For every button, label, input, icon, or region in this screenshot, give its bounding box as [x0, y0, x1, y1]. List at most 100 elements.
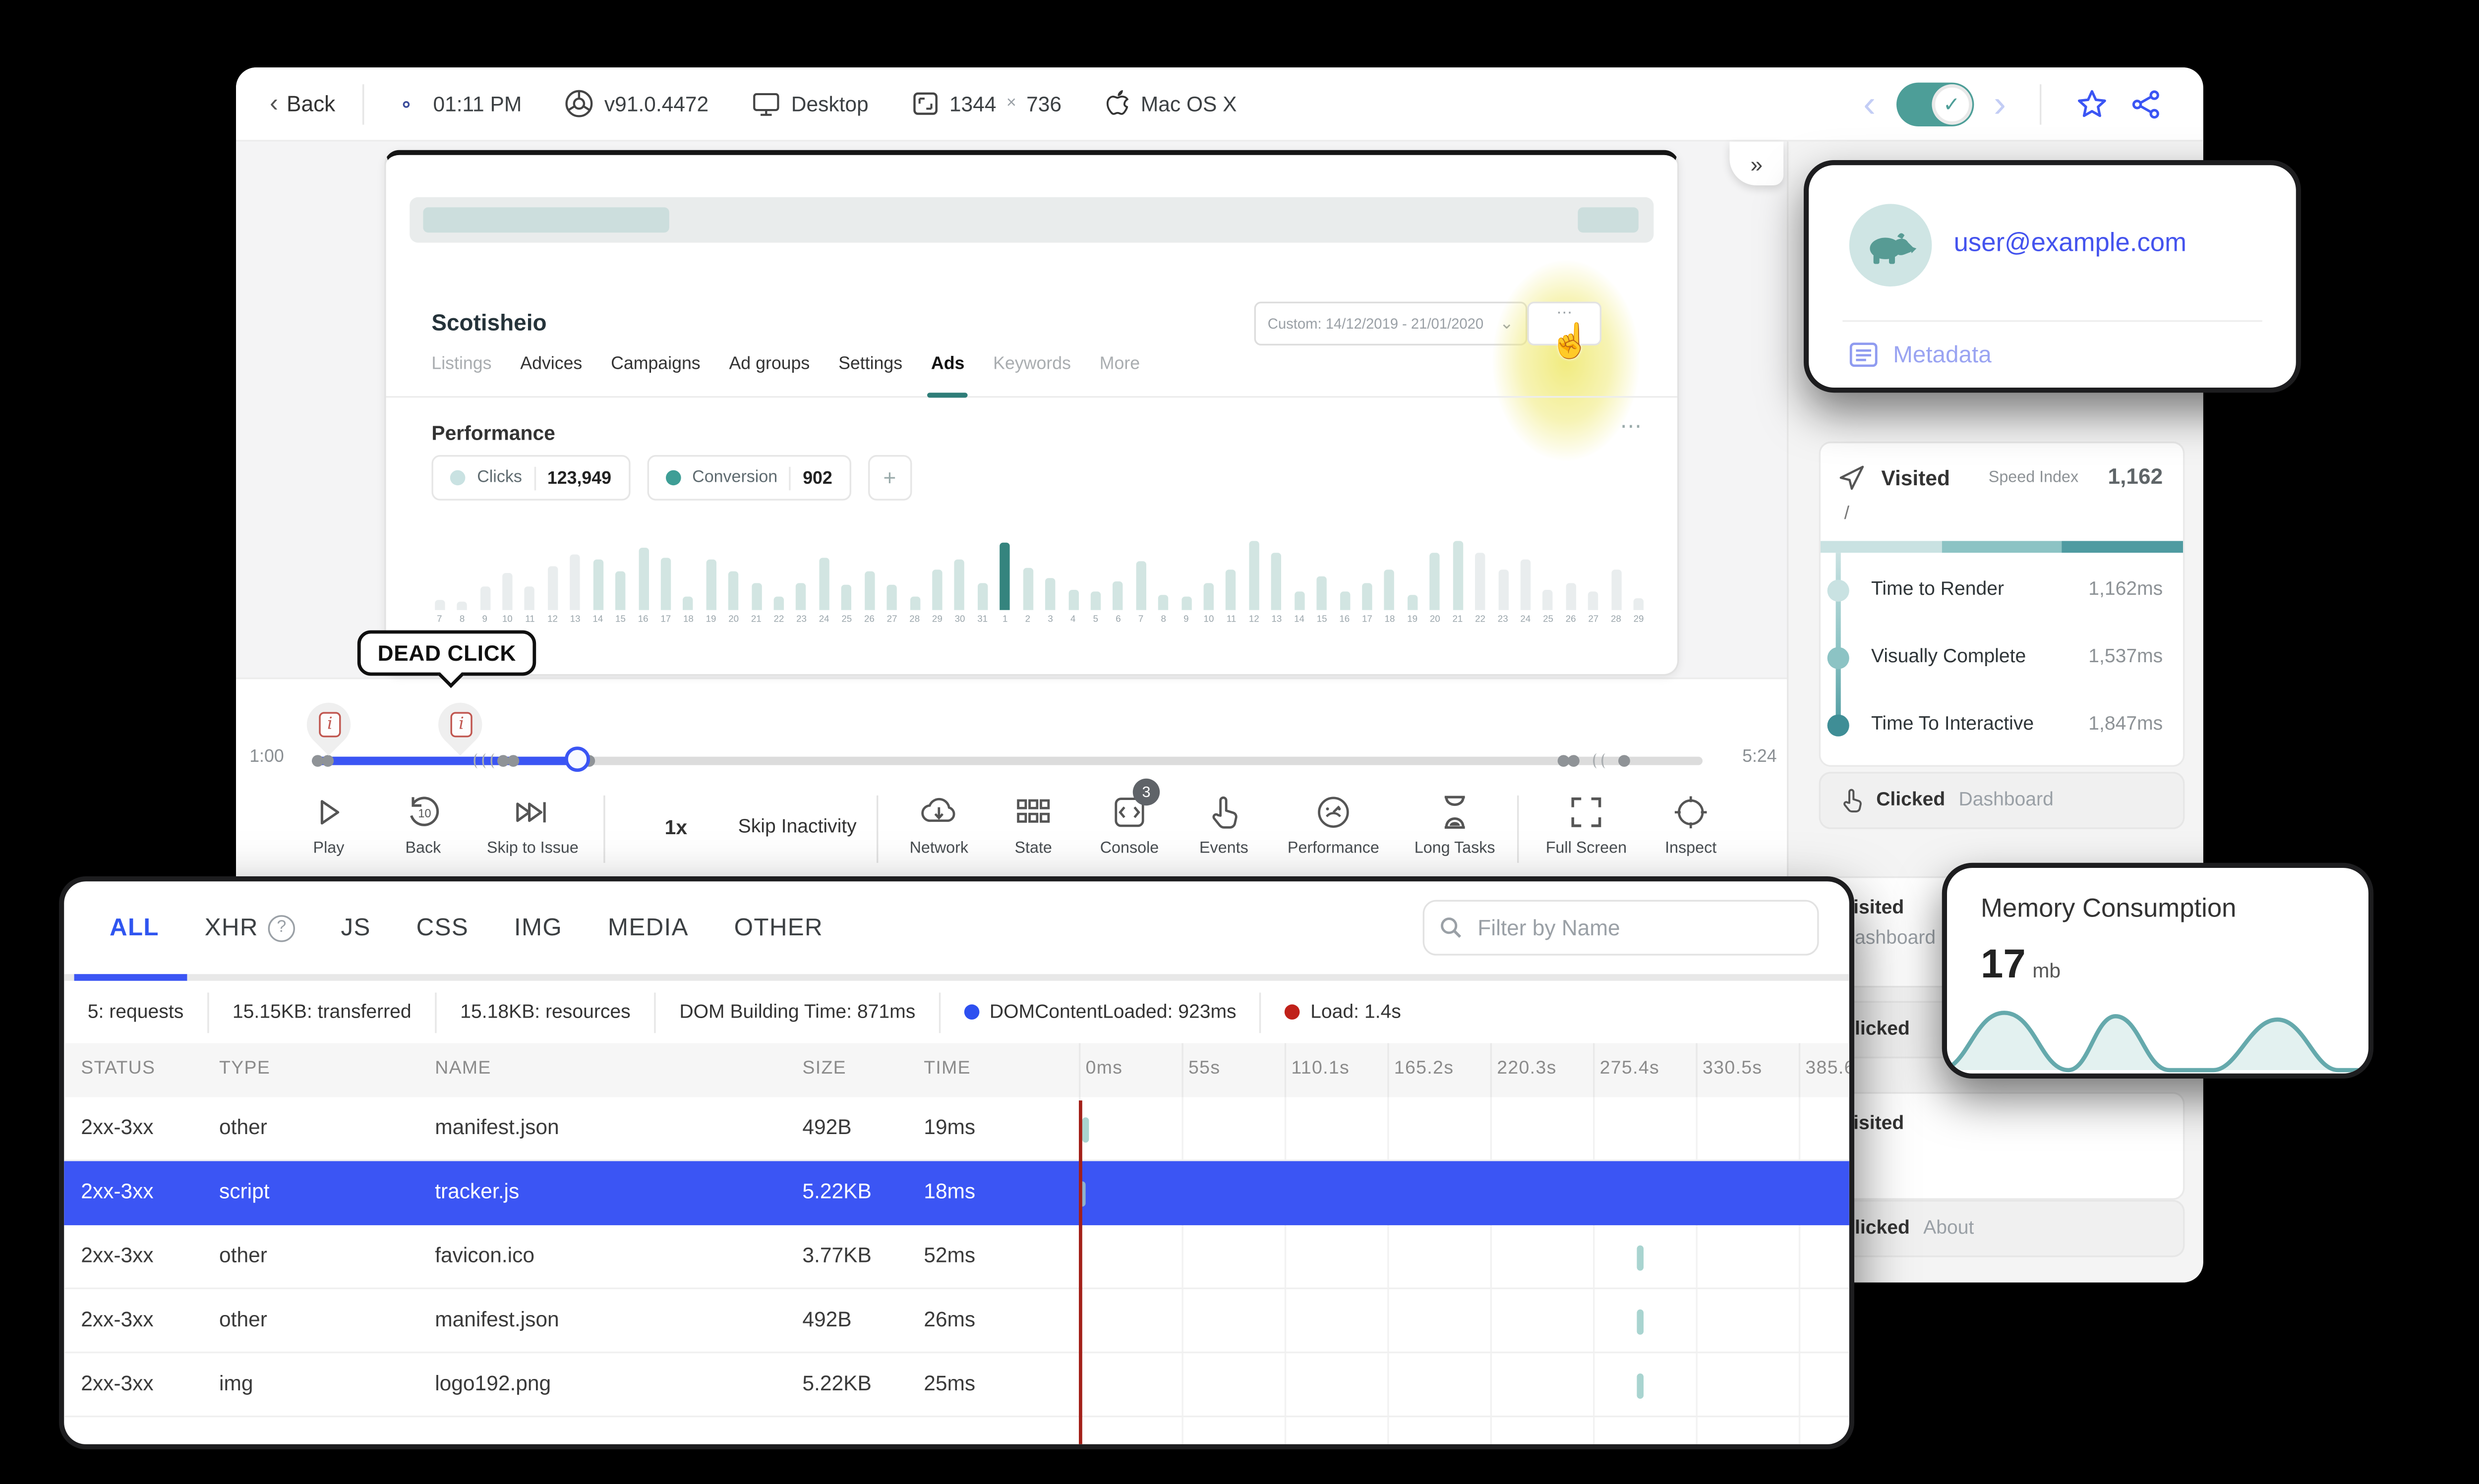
column-header-size[interactable]: SIZE	[802, 1058, 846, 1079]
metric-chip-clicks[interactable]: Clicks 123,949	[431, 455, 630, 501]
network-tab-img[interactable]: IMG	[514, 914, 562, 941]
waterfall-tick	[1079, 1181, 1086, 1207]
favorite-star-button[interactable]	[2075, 87, 2109, 120]
chart-bar	[1249, 541, 1259, 610]
site-tab-ad-groups[interactable]: Ad groups	[729, 354, 810, 374]
timeline-event-dot[interactable]	[1618, 755, 1630, 767]
waterfall-time-label: 110.1s	[1291, 1058, 1350, 1079]
site-tab-campaigns[interactable]: Campaigns	[611, 354, 701, 374]
site-tab-more[interactable]: More	[1100, 354, 1140, 374]
clicked-event-card[interactable]: Clicked About	[1819, 1199, 2185, 1257]
add-metric-button[interactable]: +	[868, 455, 912, 501]
site-tab-ads[interactable]: Ads	[931, 354, 964, 374]
column-header-time[interactable]: TIME	[924, 1058, 971, 1079]
speed-label: 1x	[664, 815, 688, 840]
chart-bar	[1475, 553, 1485, 610]
clicked-event-card[interactable]: Clicked Dashboard	[1819, 772, 2185, 829]
timeline-track[interactable]	[312, 746, 1703, 772]
chart-bar	[1407, 594, 1417, 610]
timeline-event-dot[interactable]	[322, 755, 334, 767]
timeline-echo-mark	[1593, 753, 1601, 769]
chart-bar	[1271, 552, 1282, 610]
performance-button[interactable]: Performance	[1280, 792, 1388, 858]
chart-x-label: 22	[773, 615, 784, 626]
chart-x-label: 8	[1161, 615, 1166, 626]
cell-size: 3.77KB	[802, 1244, 872, 1267]
playhead-handle[interactable]	[565, 746, 590, 772]
site-tab-settings[interactable]: Settings	[838, 354, 902, 374]
timeline-event-dot[interactable]	[1568, 755, 1580, 767]
network-tab-media[interactable]: MEDIA	[608, 914, 689, 941]
table-row[interactable]: 2xx-3xx other manifest.json 492B 19ms	[64, 1097, 1849, 1161]
avatar	[1849, 204, 1932, 286]
console-button[interactable]: 3 Console	[1075, 778, 1183, 858]
play-button[interactable]: Play	[275, 792, 383, 858]
visited-event-card[interactable]: Visited Speed Index 1,162 / Time to Rend…	[1819, 441, 2185, 767]
back-button[interactable]: ‹ Back	[270, 89, 335, 118]
chart-x-label: 10	[502, 615, 513, 626]
events-button[interactable]: Events	[1170, 792, 1278, 858]
network-button[interactable]: Network	[885, 782, 993, 880]
table-row[interactable]: 2xx-3xx img logo192.png 5.22KB 25ms	[64, 1353, 1849, 1418]
column-header-type[interactable]: TYPE	[219, 1058, 270, 1079]
full-screen-button[interactable]: Full Screen	[1533, 792, 1641, 858]
full-screen-label: Full Screen	[1545, 839, 1627, 858]
click-icon	[1843, 789, 1862, 813]
skip-to-issue-button[interactable]: Skip to Issue	[479, 792, 587, 858]
chart-bar-slot: 9	[1175, 515, 1198, 627]
metadata-button[interactable]: Metadata	[1849, 341, 1992, 367]
site-tab-advices[interactable]: Advices	[520, 354, 582, 374]
chart-x-label: 5	[1093, 615, 1098, 626]
table-row[interactable]: 2xx-3xx script tracker.js 5.22KB 18ms	[64, 1161, 1849, 1225]
autoplay-toggle[interactable]: ✓	[1895, 81, 1974, 126]
performance-menu-icon[interactable]: ⋯	[1620, 413, 1644, 440]
network-tab-all[interactable]: ALL	[110, 914, 159, 941]
cell-status: 2xx-3xx	[81, 1308, 154, 1331]
chart-bar-slot: 15	[609, 515, 632, 627]
long-tasks-button[interactable]: Long Tasks	[1401, 792, 1509, 858]
chart-bar-slot: 9	[473, 515, 496, 627]
column-header-name[interactable]: NAME	[435, 1058, 491, 1079]
user-email[interactable]: user@example.com	[1954, 229, 2186, 259]
resolution-icon	[913, 92, 938, 115]
chart-x-label: 14	[592, 615, 603, 626]
help-icon[interactable]: ?	[268, 914, 295, 941]
prev-session-button[interactable]: ‹	[1863, 84, 1876, 122]
chart-bar-slot: 24	[1514, 515, 1537, 627]
table-row[interactable]: 2xx-3xx other favicon.ico 3.77KB 52ms	[64, 1225, 1849, 1289]
cell-size: 492B	[802, 1308, 852, 1331]
visited-path: /	[1844, 504, 1850, 524]
state-button[interactable]: State	[979, 792, 1087, 858]
network-tab-css[interactable]: CSS	[416, 914, 469, 941]
share-button[interactable]	[2129, 87, 2163, 120]
page-header-skeleton	[410, 197, 1654, 243]
stat-item: 15.15KB: transferred	[209, 991, 437, 1032]
divider	[362, 83, 364, 124]
next-session-button[interactable]: ›	[1994, 84, 2006, 122]
speed-button[interactable]: 1x	[622, 816, 730, 840]
network-tab-other[interactable]: OTHER	[734, 914, 823, 941]
back-button[interactable]: 10 Back	[369, 792, 477, 858]
site-tab-keywords[interactable]: Keywords	[993, 354, 1071, 374]
table-row[interactable]: 2xx-3xx other manifest.json 492B 26ms	[64, 1289, 1849, 1354]
timeline-event-dot[interactable]	[507, 755, 520, 767]
chart-bar	[547, 566, 558, 610]
chart-bar-slot: 22	[1469, 515, 1492, 627]
inspect-icon	[1672, 792, 1710, 833]
network-tab-xhr[interactable]: XHR?	[205, 914, 295, 941]
column-header-status[interactable]: STATUS	[81, 1058, 155, 1079]
network-tab-js[interactable]: JS	[341, 914, 371, 941]
chart-bar	[592, 560, 603, 610]
skip-inactivity-button[interactable]: Skip Inactivity	[721, 817, 873, 838]
date-range-select[interactable]: Custom: 14/12/2019 - 21/01/2020 ⌄	[1254, 301, 1528, 345]
chart-bar	[1135, 561, 1146, 610]
metric-chip-conversion[interactable]: Conversion 902	[647, 455, 851, 501]
stat-dot	[1285, 1004, 1300, 1020]
speed-index-label: Speed Index	[1988, 468, 2079, 487]
inspect-button[interactable]: Inspect	[1637, 792, 1745, 858]
speed-metric-row: Visually Complete 1,537ms	[1821, 645, 2183, 669]
resolution-x: ×	[1006, 94, 1016, 113]
visited-event-card[interactable]: Visited	[1819, 1092, 2185, 1200]
site-tab-listings[interactable]: Listings	[431, 354, 491, 374]
filter-input[interactable]	[1474, 913, 1802, 942]
